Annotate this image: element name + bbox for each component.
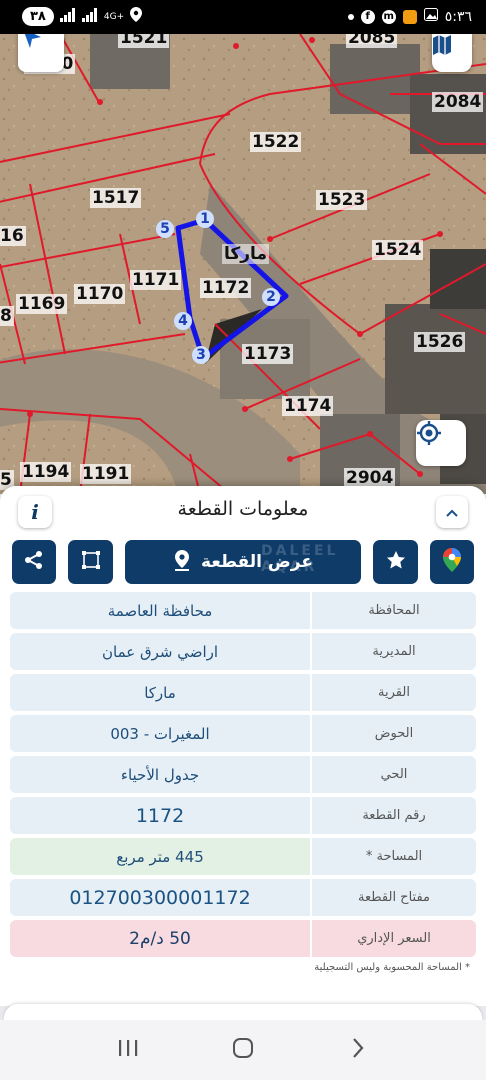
- table-row: اراضي شرق عمان المديرية: [10, 633, 476, 670]
- vertex-marker[interactable]: 4: [174, 312, 192, 330]
- chevron-right-icon: [351, 1037, 365, 1063]
- map-canvas[interactable]: [0, 34, 486, 494]
- google-maps-pin-icon: [442, 547, 462, 577]
- village-value: ماركا: [10, 674, 310, 711]
- location-icon: [130, 7, 143, 26]
- parcel-label: 2085: [346, 34, 398, 48]
- map-layers-button[interactable]: [432, 34, 472, 72]
- parcel-label: 1194: [20, 462, 72, 482]
- show-parcel-button[interactable]: DALEEL AQAR عرض القطعة: [125, 540, 361, 584]
- parcel-label: 1169: [16, 294, 68, 314]
- governorate-value: محافظة العاصمة: [10, 592, 310, 629]
- map-pin-icon: [173, 549, 191, 576]
- my-location-button[interactable]: [416, 420, 466, 466]
- parcel-label: 1521: [118, 34, 170, 48]
- parcel-label: 2084: [432, 92, 484, 112]
- vertex-marker[interactable]: 2: [262, 288, 280, 306]
- favorite-button[interactable]: [373, 540, 418, 584]
- parcel-label: 1173: [242, 344, 294, 364]
- vertex-marker[interactable]: 5: [156, 220, 174, 238]
- parcel-label: 1517: [90, 188, 142, 208]
- home-button[interactable]: [225, 1032, 261, 1068]
- basin-value: المغيرات - 003: [10, 715, 310, 752]
- app-screen: ٣٨ 4G+ f m ٥:٣٦ 1521 2085 2084 1522 1523…: [0, 0, 486, 1080]
- draw-parcel-button[interactable]: [68, 540, 113, 584]
- signal-icon-2: [81, 7, 98, 26]
- village-label: ماركا: [222, 244, 269, 264]
- parcel-label: 1522: [250, 132, 302, 152]
- parcel-key-label: مفتاح القطعة: [312, 879, 476, 916]
- chevron-up-icon: [445, 503, 459, 522]
- parcel-label: 16: [0, 226, 26, 246]
- parcel-label: 1523: [316, 190, 368, 210]
- parcel-number-label: رقم القطعة: [312, 797, 476, 834]
- show-parcel-label: عرض القطعة: [201, 552, 313, 572]
- area-value: 445 متر مربع: [10, 838, 310, 875]
- share-button[interactable]: [12, 540, 56, 584]
- parcel-label: 2904: [344, 468, 396, 488]
- table-row: جدول الأحياء الحي: [10, 756, 476, 793]
- neighborhood-label: الحي: [312, 756, 476, 793]
- table-row: 012700300001172 مفتاح القطعة: [10, 879, 476, 916]
- governorate-label: المحافظة: [312, 592, 476, 629]
- parcel-label: 8: [0, 306, 14, 326]
- table-row: 445 متر مربع المساحة *: [10, 838, 476, 875]
- table-row: 50 د/م2 السعر الإداري: [10, 920, 476, 957]
- action-bar: DALEEL AQAR عرض القطعة: [0, 540, 486, 586]
- clock-time: ٥:٣٦: [444, 8, 472, 25]
- area-label: المساحة *: [312, 838, 476, 875]
- gallery-icon: [423, 8, 438, 25]
- sheet-title: معلومات القطعة: [177, 498, 309, 520]
- recent-apps-button[interactable]: [110, 1032, 146, 1068]
- facebook-icon: f: [360, 9, 375, 24]
- neighborhood-value: جدول الأحياء: [10, 756, 310, 793]
- collapse-button[interactable]: [436, 496, 468, 528]
- satellite-map[interactable]: 1521 1520 2085 2084 1522 1523 1517 1524 …: [0, 34, 486, 494]
- parcel-label: 1170: [74, 284, 126, 304]
- area-footnote: * المساحة المحسوبة وليس التسجيلية: [314, 962, 470, 973]
- vertex-marker[interactable]: 1: [196, 210, 214, 228]
- polygon-draw-icon: [80, 549, 102, 575]
- peek-card[interactable]: [4, 1004, 482, 1020]
- table-row: 1172 رقم القطعة: [10, 797, 476, 834]
- share-icon: [23, 549, 45, 575]
- signal-icon: [59, 7, 76, 26]
- parcel-label: 1171: [130, 270, 182, 290]
- admin-price-label: السعر الإداري: [312, 920, 476, 957]
- parcel-number-value: 1172: [10, 797, 310, 834]
- compass-button[interactable]: [18, 34, 64, 72]
- parcel-key-value[interactable]: 012700300001172: [10, 879, 310, 916]
- status-bar: ٣٨ 4G+ f m ٥:٣٦: [0, 0, 486, 34]
- network-type: 4G+: [103, 11, 125, 22]
- table-row: ماركا القرية: [10, 674, 476, 711]
- google-maps-button[interactable]: [430, 540, 474, 584]
- recent-apps-icon: [117, 1038, 139, 1062]
- directorate-label: المديرية: [312, 633, 476, 670]
- admin-price-value: 50 د/م2: [10, 920, 310, 957]
- star-icon: [385, 549, 407, 575]
- table-row: المغيرات - 003 الحوض: [10, 715, 476, 752]
- parcel-label: 1526: [414, 332, 466, 352]
- village-row-label: القرية: [312, 674, 476, 711]
- notification-dot-icon: [347, 13, 354, 20]
- parcel-label: 1191: [80, 464, 132, 484]
- table-row: محافظة العاصمة المحافظة: [10, 592, 476, 629]
- basin-label: الحوض: [312, 715, 476, 752]
- back-button[interactable]: [340, 1032, 376, 1068]
- parcel-label: 1172: [200, 278, 252, 298]
- parcel-info-sheet: i معلومات القطعة DALEEL AQAR عرض القطعة …: [0, 486, 486, 1006]
- battery-indicator: ٣٨: [22, 7, 54, 26]
- home-icon: [232, 1037, 254, 1063]
- parcel-label: 1174: [282, 396, 334, 416]
- messenger-icon: m: [381, 9, 396, 24]
- parcel-label: 1524: [372, 240, 424, 260]
- directorate-value: اراضي شرق عمان: [10, 633, 310, 670]
- parcel-details-table: محافظة العاصمة المحافظة اراضي شرق عمان ا…: [10, 592, 476, 961]
- vertex-marker[interactable]: 3: [192, 346, 210, 364]
- system-navigation-bar: [0, 1020, 486, 1080]
- app-notification-icon: [402, 9, 417, 24]
